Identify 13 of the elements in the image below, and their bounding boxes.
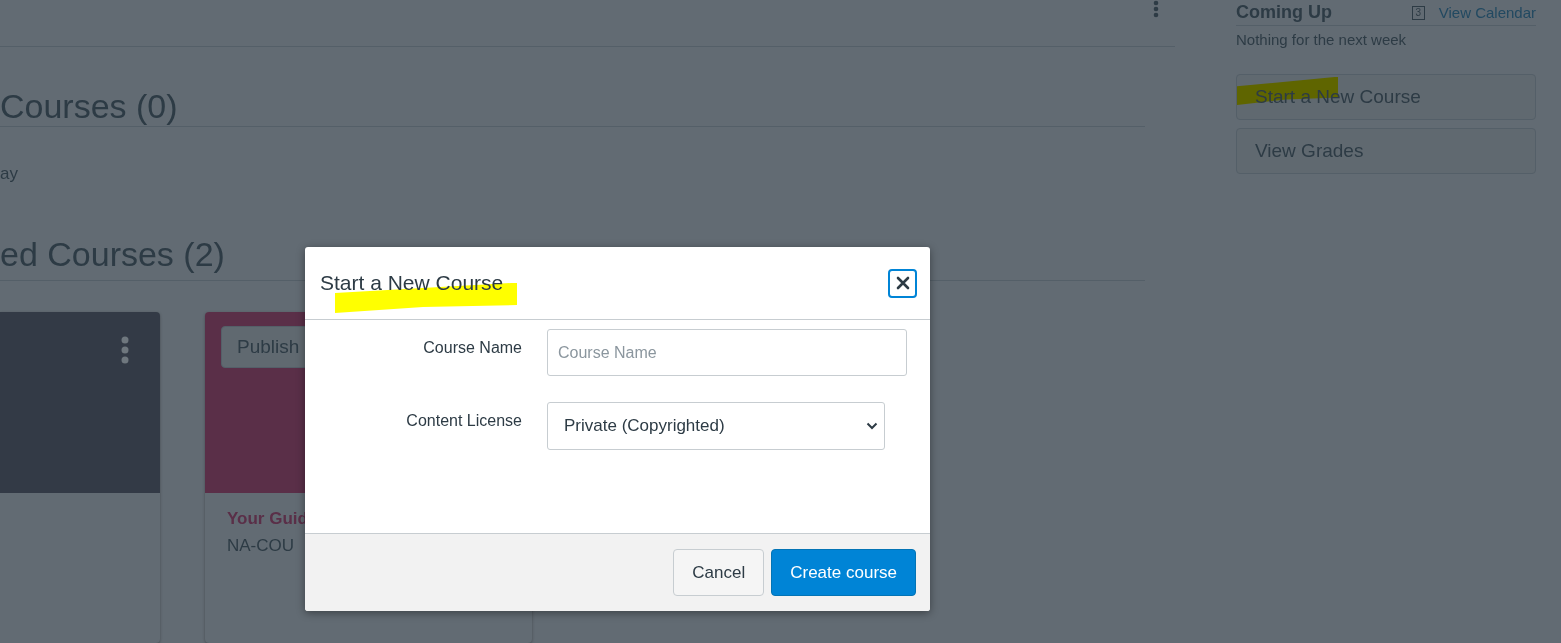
course-card[interactable] — [0, 312, 160, 643]
chevron-down-icon — [866, 422, 878, 430]
close-button[interactable] — [888, 268, 917, 298]
more-menu-icon[interactable] — [121, 336, 129, 364]
close-icon — [895, 276, 910, 290]
more-menu-icon[interactable] — [1153, 0, 1159, 18]
course-name-field[interactable]: Course Name — [547, 329, 907, 376]
field-label: Course Name — [422, 338, 522, 358]
license-dropdown[interactable]: Private (Copyrighted) — [547, 402, 885, 450]
create-course-button[interactable]: Create course — [771, 549, 916, 596]
cancel-button[interactable]: Cancel — [673, 549, 765, 596]
field-label: Content License — [405, 411, 522, 431]
view-calendar-link[interactable]: View Calendar — [1438, 4, 1536, 21]
